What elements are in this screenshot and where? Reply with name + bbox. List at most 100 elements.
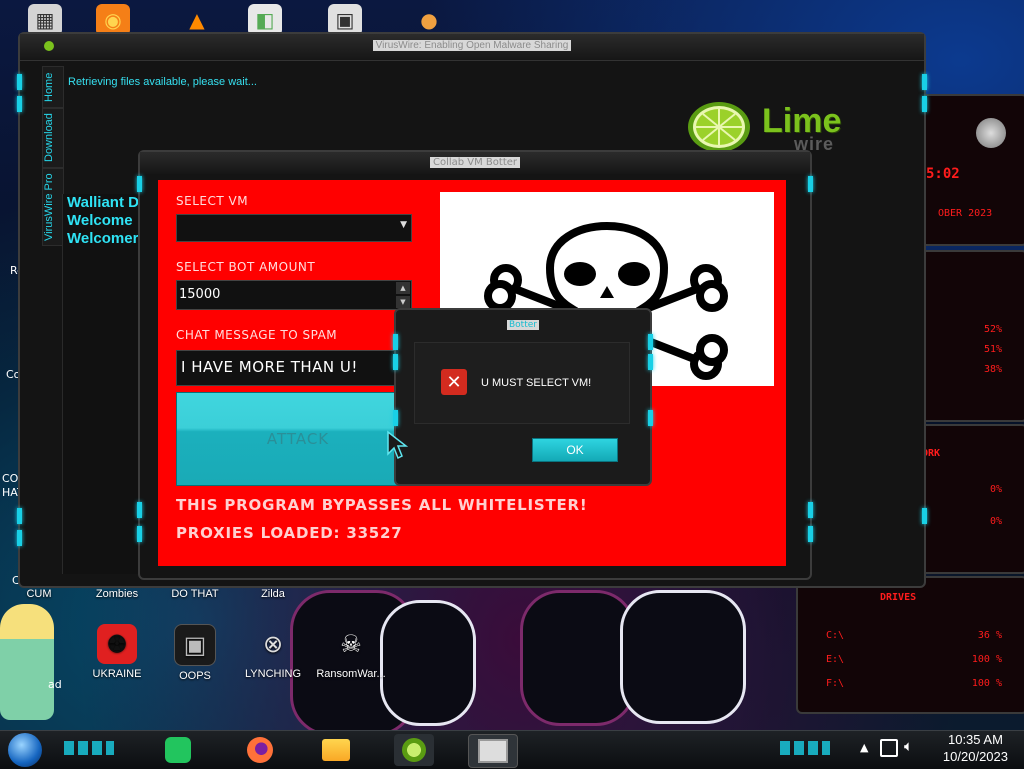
select-vm-label: SELECT VM	[176, 194, 249, 208]
frame-led	[393, 334, 398, 350]
drive-value: 36 %	[977, 630, 1002, 641]
frame-led	[137, 526, 142, 542]
tab-home[interactable]: Home	[42, 66, 64, 108]
frame-led	[648, 334, 653, 350]
taskbar-clock[interactable]: 10:35 AM 10/20/2023	[943, 731, 1008, 765]
cpu-value: 51%	[983, 344, 1002, 355]
volume-icon[interactable]: 🔈︎	[904, 737, 913, 755]
tab-viruswire-pro[interactable]: VirusWire Pro	[42, 168, 64, 246]
frame-led	[648, 410, 653, 426]
clock-date: 10/20/2023	[942, 749, 1008, 764]
botter-title: Collab VM Botter	[140, 157, 810, 168]
taskbar-file-explorer[interactable]	[316, 734, 356, 766]
frame-led	[393, 354, 398, 370]
desktop-icon-label: OOPS	[179, 670, 211, 682]
error-dialog: Botter ✕ U MUST SELECT VM! OK	[393, 308, 653, 486]
chat-message-label: CHAT MESSAGE TO SPAM	[176, 328, 338, 342]
attack-button[interactable]: ATTACK	[176, 392, 420, 486]
firefox-icon	[247, 737, 273, 763]
taskbar-decoration	[64, 741, 114, 755]
notes-icon	[165, 737, 191, 763]
select-vm-dropdown[interactable]: ▼	[176, 214, 412, 242]
frame-led	[922, 74, 927, 90]
chat-message-value: I HAVE MORE THAN U!	[181, 358, 358, 376]
drive-letter: E:\	[826, 654, 845, 665]
desktop-icon-ransomware[interactable]: ☠ RansomWar...	[316, 624, 386, 681]
error-dialog-body: ✕ U MUST SELECT VM!	[414, 342, 630, 424]
rainmeter-date: OBER 2023	[938, 208, 993, 219]
chat-message-input[interactable]: I HAVE MORE THAN U!	[176, 350, 412, 386]
network-value: 0%	[989, 516, 1002, 527]
desktop-icon-lynching[interactable]: ⊗ LYNCHING	[238, 624, 308, 681]
desktop-icon-oops[interactable]: ▣ OOPS	[160, 624, 230, 682]
frame-led	[17, 508, 22, 524]
desktop-icon-label: Zombies	[95, 588, 139, 600]
drive-value: 100 %	[971, 654, 1002, 665]
network-value: 0%	[989, 484, 1002, 495]
bot-amount-value: 15000	[179, 287, 221, 302]
viruswire-title-bar[interactable]: VirusWire: Enabling Open Malware Sharing	[20, 34, 924, 61]
cpu-value: 38%	[983, 364, 1002, 375]
frame-led	[137, 502, 142, 518]
mouse-cursor-icon	[387, 430, 408, 460]
radiation-icon: ☢	[97, 624, 137, 664]
desktop-icon-label: LYNCHING	[244, 668, 302, 680]
error-dialog-title[interactable]: Botter	[396, 320, 650, 330]
desktop-icon-zombies[interactable]: Zombies	[82, 588, 152, 600]
frame-led	[922, 508, 927, 524]
tray-expand-icon[interactable]: ▲	[860, 741, 868, 754]
taskbar-notes-app[interactable]	[158, 734, 198, 766]
star-character-sticker	[0, 604, 54, 720]
wallpaper-figure	[520, 590, 636, 726]
chevron-down-icon: ▼	[400, 220, 407, 230]
status-text: Retrieving files available, please wait.…	[68, 76, 257, 88]
rainmeter-drives-panel: DRIVES C:\ 36 % E:\ 100 % F:\ 100 %	[796, 576, 1024, 714]
folder-icon	[322, 739, 350, 761]
attack-label: ATTACK	[266, 430, 330, 448]
stepper-down-icon[interactable]: ▼	[396, 296, 410, 308]
desktop-icon-do-that[interactable]: DO THAT	[160, 588, 230, 600]
frame-led	[17, 96, 22, 112]
drive-value: 100 %	[971, 678, 1002, 689]
ok-label: OK	[566, 443, 584, 457]
taskbar: ▲ 🔈︎ 10:35 AM 10/20/2023	[0, 730, 1024, 769]
wallpaper-figure	[380, 600, 476, 726]
desktop-icon-ukraine[interactable]: ☢ UKRAINE	[82, 624, 152, 680]
taskbar-decoration	[780, 741, 830, 755]
frame-led	[137, 176, 142, 192]
noose-icon: ⊗	[262, 630, 284, 658]
error-icon: ✕	[441, 369, 467, 395]
limewire-logo: Lime wire	[686, 98, 886, 158]
ok-button[interactable]: OK	[532, 438, 618, 462]
stepper-up-icon[interactable]: ▲	[396, 282, 410, 294]
taskbar-botter[interactable]	[468, 734, 518, 768]
frame-led	[808, 502, 813, 518]
start-button[interactable]	[8, 733, 42, 767]
tab-download[interactable]: Download	[42, 108, 64, 168]
desktop-icon-cum[interactable]: CUM	[4, 588, 74, 600]
frame-led	[808, 176, 813, 192]
botter-title-bar[interactable]: Collab VM Botter	[140, 152, 810, 174]
bot-amount-stepper[interactable]: 15000 ▲ ▼	[176, 280, 412, 310]
desktop-icon-label: Zilda	[261, 588, 285, 600]
lime-slice-icon	[688, 102, 750, 152]
desktop-icon-label: DO THAT	[171, 588, 219, 600]
desktop-icon-label: UKRAINE	[92, 668, 142, 680]
desktop-icon-zilda[interactable]: Zilda	[238, 588, 308, 600]
frame-led	[648, 354, 653, 370]
network-icon[interactable]	[880, 739, 898, 757]
bot-amount-label: SELECT BOT AMOUNT	[176, 260, 316, 274]
clock-time: 10:35 AM	[947, 732, 1003, 747]
alienware-icon	[976, 118, 1006, 148]
wallpaper-figure	[620, 590, 746, 724]
taskbar-firefox[interactable]	[240, 734, 280, 766]
rainmeter-time: 5:02	[926, 166, 960, 182]
drives-label: DRIVES	[880, 592, 917, 603]
desktop-icon-label: CUM	[26, 588, 52, 600]
error-message: U MUST SELECT VM!	[481, 377, 592, 389]
taskbar-limewire[interactable]	[394, 734, 434, 766]
cpu-value: 52%	[983, 324, 1002, 335]
terminal-icon: ▣	[174, 624, 216, 666]
monitor-icon	[478, 739, 508, 763]
desktop-icon-label: RansomWar...	[316, 668, 386, 680]
